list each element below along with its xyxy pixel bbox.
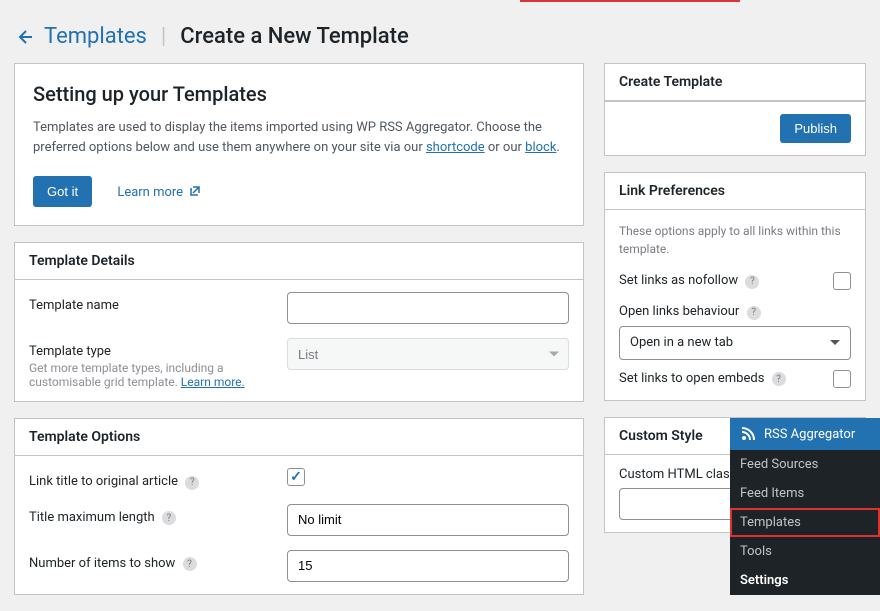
external-link-icon: [189, 185, 201, 200]
shortcode-link[interactable]: shortcode: [426, 140, 485, 155]
link-preferences-panel: Link Preferences These options apply to …: [604, 172, 866, 401]
link-title-label: Link title to original article ?: [29, 468, 287, 490]
admin-menu-templates[interactable]: Templates: [730, 508, 880, 537]
create-template-header: Create Template: [605, 64, 865, 101]
chevron-down-icon: [830, 340, 840, 345]
template-name-input[interactable]: [287, 292, 569, 324]
help-icon[interactable]: ?: [162, 511, 176, 525]
open-links-behaviour-label: Open links behaviour ?: [619, 304, 851, 320]
template-options-panel: Template Options Link title to original …: [14, 418, 584, 595]
link-title-checkbox[interactable]: [287, 468, 305, 486]
admin-menu-feed-items[interactable]: Feed Items: [730, 479, 880, 508]
admin-menu-feed-sources[interactable]: Feed Sources: [730, 450, 880, 479]
template-options-header: Template Options: [15, 419, 583, 456]
open-links-behaviour-select[interactable]: Open in a new tab: [619, 326, 851, 360]
template-details-header: Template Details: [15, 243, 583, 280]
template-type-select[interactable]: [287, 338, 569, 370]
title-max-input[interactable]: [287, 504, 569, 536]
nofollow-checkbox[interactable]: [833, 272, 851, 290]
back-arrow-icon[interactable]: [14, 27, 34, 47]
page-title: Create a New Template: [180, 24, 408, 49]
publish-button[interactable]: Publish: [780, 114, 851, 143]
learn-more-link[interactable]: Learn more: [117, 185, 201, 200]
block-link[interactable]: block: [525, 140, 556, 155]
intro-heading: Setting up your Templates: [33, 82, 565, 106]
help-icon[interactable]: ?: [183, 557, 197, 571]
admin-submenu-header[interactable]: RSS Aggregator: [730, 418, 880, 450]
rss-icon: [740, 426, 756, 442]
template-type-learn-more-link[interactable]: Learn more.: [181, 375, 245, 389]
open-embeds-checkbox[interactable]: [833, 370, 851, 388]
page-header: Templates | Create a New Template: [0, 0, 880, 63]
nofollow-label: Set links as nofollow ?: [619, 273, 759, 289]
breadcrumb-templates[interactable]: Templates: [44, 24, 147, 49]
help-icon[interactable]: ?: [772, 372, 786, 386]
intro-body: Templates are used to display the items …: [33, 118, 565, 158]
help-icon[interactable]: ?: [745, 275, 759, 289]
admin-submenu: RSS Aggregator Feed Sources Feed Items T…: [730, 418, 880, 595]
help-icon[interactable]: ?: [185, 476, 199, 490]
breadcrumb-separator: |: [161, 24, 166, 49]
template-name-label: Template name: [29, 292, 287, 313]
open-embeds-label: Set links to open embeds ?: [619, 371, 786, 387]
create-template-panel: Create Template Publish: [604, 63, 866, 156]
title-max-label: Title maximum length ?: [29, 504, 287, 526]
help-icon[interactable]: ?: [747, 306, 761, 320]
link-preferences-header: Link Preferences: [605, 173, 865, 210]
link-preferences-intro: These options apply to all links within …: [619, 222, 851, 258]
template-details-panel: Template Details Template name Template …: [14, 242, 584, 402]
admin-menu-tools[interactable]: Tools: [730, 537, 880, 566]
intro-panel: Setting up your Templates Templates are …: [14, 63, 584, 226]
template-type-label: Template type Get more template types, i…: [29, 338, 287, 389]
num-items-input[interactable]: [287, 550, 569, 582]
num-items-label: Number of items to show ?: [29, 550, 287, 572]
admin-menu-settings[interactable]: Settings: [730, 566, 880, 595]
got-it-button[interactable]: Got it: [33, 176, 92, 207]
